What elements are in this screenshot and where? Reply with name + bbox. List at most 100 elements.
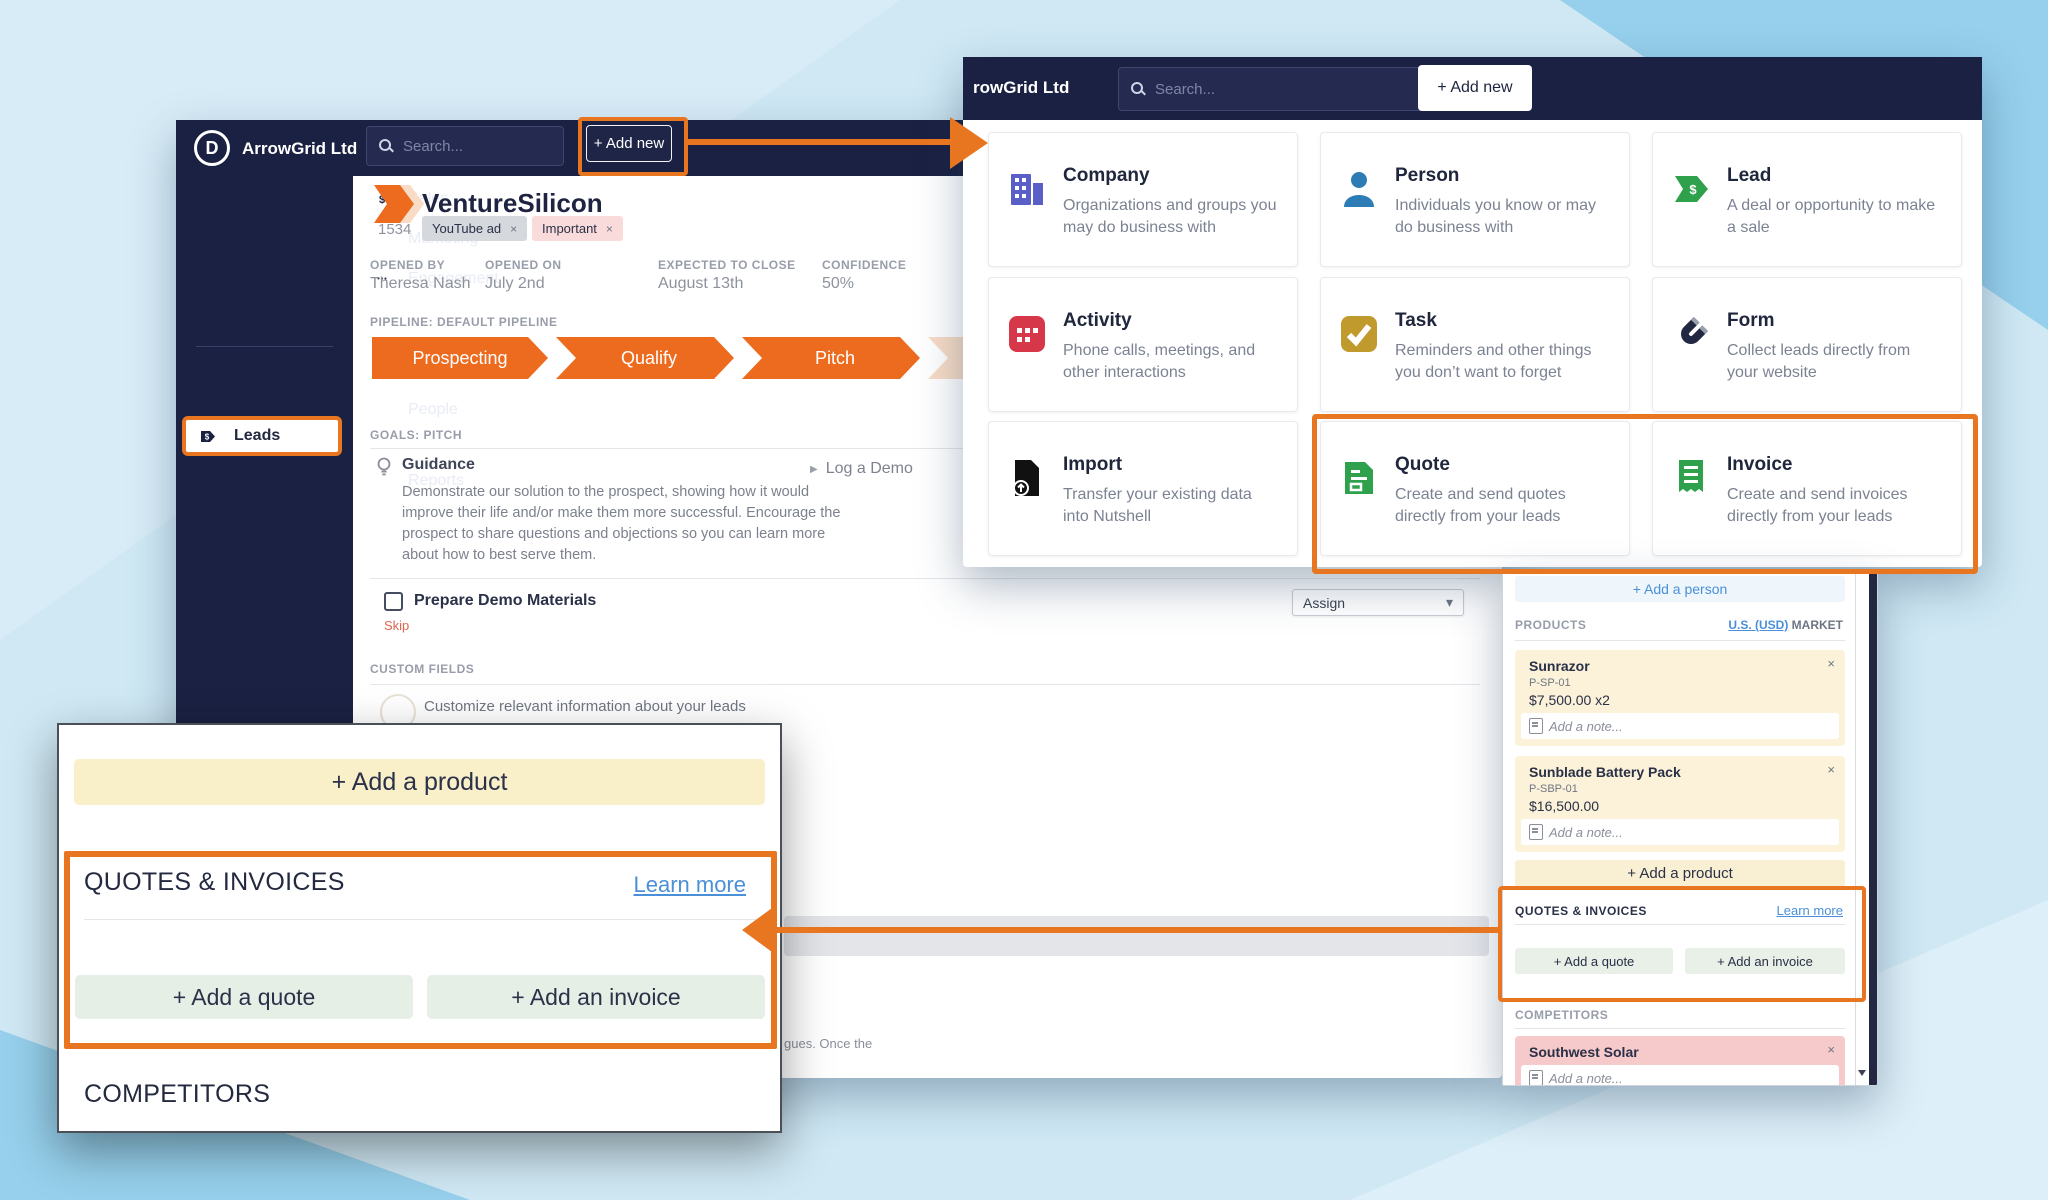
field-label: OPENED ON [485,258,562,272]
lead-tag-icon: $ [1671,169,1711,214]
search-input[interactable]: Search... [366,126,564,166]
add-new-card-activity[interactable]: Activity Phone calls, meetings, and othe… [988,277,1298,412]
custom-fields-label: CUSTOM FIELDS [370,662,474,676]
screenshot-edge-strip [1869,572,1878,1086]
lead-detail-side-panel: + Add a person PRODUCTS U.S. (USD) MARKE… [1502,571,1878,1086]
add-new-card-import[interactable]: Import Transfer your existing data into … [988,421,1298,556]
add-quote-button-large[interactable]: + Add a quote [75,975,413,1019]
assign-dropdown[interactable]: Assign ▾ [1292,589,1464,616]
divider [1515,1028,1845,1029]
add-product-button[interactable]: + Add a product [1515,860,1845,887]
activity-icon [1007,314,1047,359]
add-person-button[interactable]: + Add a person [1515,576,1845,602]
card-desc: Collect leads directly from your website [1727,340,1945,384]
add-product-button-large[interactable]: + Add a product [74,759,765,805]
add-new-card-form[interactable]: Form Collect leads directly from your we… [1652,277,1962,412]
pipeline-stage-prospecting[interactable]: Prospecting [372,337,548,379]
panel-search-input[interactable]: Search... [1118,67,1426,111]
scrollbar-down-arrow[interactable] [1858,1070,1866,1076]
add-invoice-button-large[interactable]: + Add an invoice [427,975,765,1019]
divider [1515,640,1845,641]
field-value: Theresa Nash [370,275,471,293]
divider [370,578,1480,579]
remove-competitor-icon[interactable]: × [1827,1042,1835,1057]
person-icon [1339,169,1379,214]
card-title: Import [1063,454,1122,476]
guidance-title: Guidance [402,456,475,474]
note-document-icon [1529,1070,1543,1086]
lead-tag-icon: $ [198,427,218,445]
card-title: Company [1063,165,1150,187]
task-check-icon [1339,314,1379,359]
lead-title: VentureSilicon [422,188,603,219]
add-note-field[interactable]: Add a note... [1521,1065,1839,1086]
panel-scrollbar[interactable] [1855,572,1868,1086]
annotation-arrow-line [768,927,1502,933]
remove-tag-icon[interactable]: × [606,222,613,236]
competitors-label: COMPETITORS [1515,1008,1608,1022]
svg-text:$: $ [1689,182,1697,197]
market-currency-link[interactable]: U.S. (USD) [1728,618,1788,632]
search-placeholder: Search... [403,138,463,155]
card-desc: A deal or opportunity to make a sale [1727,195,1945,239]
tag-label: YouTube ad [432,221,501,236]
field-value: July 2nd [485,275,545,293]
clipped-text: gues. Once the [784,1036,872,1051]
panel-company-name: rowGrid Ltd [973,78,1069,98]
add-note-field[interactable]: Add a note... [1521,713,1839,739]
triangle-right-icon: ▶ [810,464,818,475]
add-note-field[interactable]: Add a note... [1521,819,1839,845]
remove-tag-icon[interactable]: × [510,222,517,236]
product-card: Sunrazor × P-SP-01 $7,500.00 x2 Add a no… [1515,650,1845,746]
search-icon [379,139,393,153]
import-document-icon [1007,458,1047,503]
sidebar-item-people[interactable]: People [372,393,522,427]
pipeline-stage-pitch[interactable]: Pitch [742,337,920,379]
add-new-card-task[interactable]: Task Reminders and other things you don’… [1320,277,1630,412]
competitor-name: Southwest Solar [1529,1044,1639,1060]
product-code: P-SBP-01 [1529,783,1578,795]
remove-product-icon[interactable]: × [1827,762,1835,777]
add-new-card-person[interactable]: Person Individuals you know or may do bu… [1320,132,1630,267]
company-name: ArrowGrid Ltd [242,139,357,159]
task-checkbox[interactable] [384,592,403,611]
log-demo-link[interactable]: ▶ Log a Demo [810,460,913,478]
card-title: Form [1727,310,1775,332]
remove-product-icon[interactable]: × [1827,656,1835,671]
annotation-arrow-head-right [950,117,988,169]
card-title: Lead [1727,165,1771,187]
guidance-text: Demonstrate our solution to the prospect… [402,482,847,566]
annotation-box-add-new [578,117,688,176]
market-suffix: MARKET [1788,618,1843,632]
company-logo[interactable]: D [194,130,230,166]
goals-label: GOALS: PITCH [370,428,462,442]
lead-tag[interactable]: YouTube ad × [422,216,527,241]
divider [84,919,756,920]
magnet-icon [1671,314,1711,359]
note-document-icon [1529,718,1543,734]
product-code: P-SP-01 [1529,677,1571,689]
market-selector[interactable]: U.S. (USD) MARKET [1728,618,1843,632]
panel-add-new-button[interactable]: + Add new [1418,65,1532,111]
add-new-card-company[interactable]: Company Organizations and groups you may… [988,132,1298,267]
lead-tag[interactable]: Important × [532,216,623,241]
field-value: 50% [822,275,854,293]
sidebar-item-leads-active[interactable]: $ Leads [182,416,342,456]
card-title: Person [1395,165,1459,187]
sidebar-item-label: People [408,401,458,419]
custom-fields-text: Customize relevant information about you… [424,698,746,715]
card-desc: Organizations and groups you may do busi… [1063,195,1281,239]
add-new-card-lead[interactable]: $ Lead A deal or opportunity to make a s… [1652,132,1962,267]
competitor-card: Southwest Solar × Add a note... [1515,1036,1845,1086]
card-desc: Transfer your existing data into Nutshel… [1063,484,1281,528]
skip-link[interactable]: Skip [384,618,409,633]
lead-id: 1534 [378,221,411,238]
add-note-placeholder: Add a note... [1549,719,1623,734]
pipeline-stage-qualify[interactable]: Qualify [556,337,734,379]
pipeline-label: PIPELINE: DEFAULT PIPELINE [370,315,557,329]
learn-more-link[interactable]: Learn more [633,872,746,898]
card-desc: Individuals you know or may do business … [1395,195,1613,239]
sidebar-divider [196,346,333,347]
add-note-placeholder: Add a note... [1549,825,1623,840]
field-label: EXPECTED TO CLOSE [658,258,796,272]
